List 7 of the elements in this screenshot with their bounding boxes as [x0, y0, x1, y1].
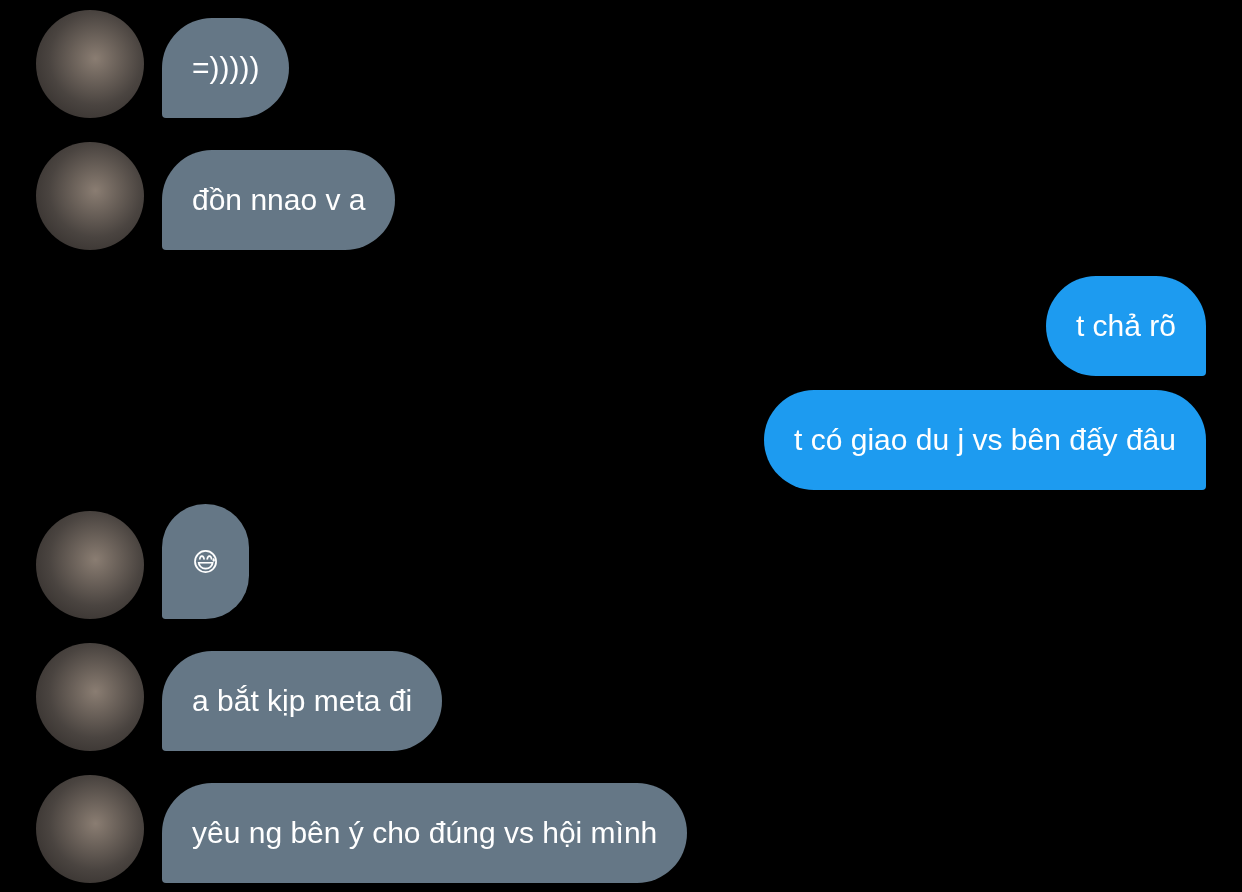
- message-bubble: =))))): [162, 18, 290, 118]
- message-bubble: yêu ng bên ý cho đúng vs hội mình: [162, 783, 688, 883]
- message-bubble: t có giao du j vs bên đấy đâu: [764, 390, 1206, 490]
- message-bubble: 😅: [162, 504, 250, 619]
- message-bubble: a bắt kịp meta đi: [162, 651, 443, 751]
- message-bubble: đồn nnao v a: [162, 150, 396, 250]
- message-bubble: t chả rõ: [1045, 276, 1206, 376]
